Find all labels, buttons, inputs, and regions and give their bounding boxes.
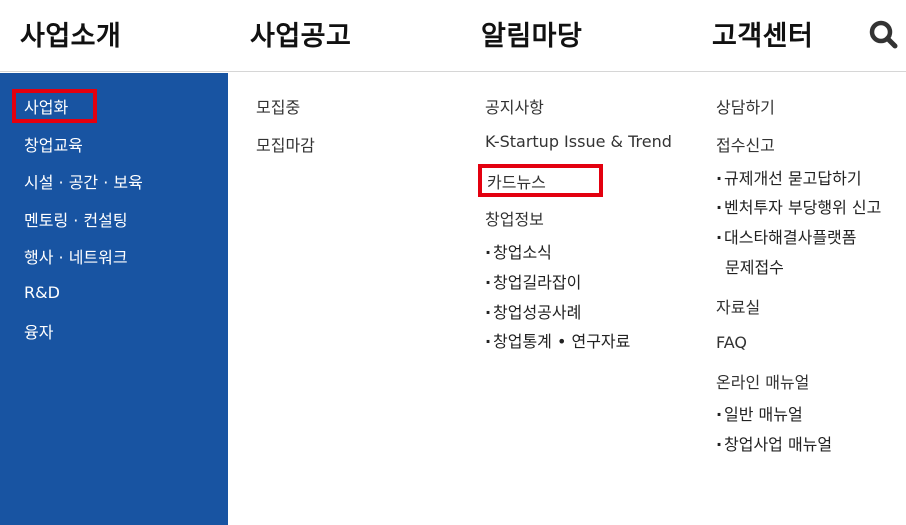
support-sub-venture-report[interactable]: · 벤처투자 부당행위 신고 bbox=[716, 194, 881, 218]
support-sub-regulation-qa[interactable]: · 규제개선 묻고답하기 bbox=[716, 165, 862, 189]
search-button[interactable] bbox=[868, 19, 900, 51]
sidebar-item-mentoring[interactable]: 멘토링 · 컨설팅 bbox=[24, 207, 128, 231]
support-item-library[interactable]: 자료실 bbox=[716, 294, 760, 318]
notice-item-startup-info[interactable]: 창업정보 bbox=[485, 206, 544, 230]
notice-item-card-news[interactable]: 카드뉴스 bbox=[487, 169, 546, 193]
notice-item-issue-trend[interactable]: K-Startup Issue & Trend bbox=[485, 132, 672, 151]
search-icon bbox=[869, 20, 898, 49]
menu-notice-board[interactable]: 알림마당 bbox=[481, 14, 582, 53]
sidebar-item-facility[interactable]: 시설 · 공간 · 보육 bbox=[24, 169, 143, 193]
support-item-consult[interactable]: 상담하기 bbox=[716, 94, 775, 118]
notice-item-announcements[interactable]: 공지사항 bbox=[485, 94, 544, 118]
notice-sub-success-cases[interactable]: · 창업성공사례 bbox=[485, 299, 581, 323]
sidebar-item-events[interactable]: 행사 · 네트워크 bbox=[24, 244, 128, 268]
menu-business-intro[interactable]: 사업소개 bbox=[20, 14, 121, 53]
notice-sub-startup-news[interactable]: · 창업소식 bbox=[485, 239, 552, 263]
notice-sub-statistics[interactable]: · 창업통계 • 연구자료 bbox=[485, 328, 630, 352]
announce-item-recruiting[interactable]: 모집중 bbox=[256, 94, 300, 118]
menu-customer-center[interactable]: 고객센터 bbox=[712, 14, 813, 53]
sidebar-item-education[interactable]: 창업교육 bbox=[24, 132, 83, 156]
support-item-report[interactable]: 접수신고 bbox=[716, 132, 775, 156]
sidebar-item-rnd[interactable]: R&D bbox=[24, 283, 60, 302]
support-sub-startup-manual[interactable]: · 창업사업 매뉴얼 bbox=[716, 431, 832, 455]
notice-sub-startup-guide[interactable]: · 창업길라잡이 bbox=[485, 269, 581, 293]
support-sub-general-manual[interactable]: · 일반 매뉴얼 bbox=[716, 401, 803, 425]
support-item-faq[interactable]: FAQ bbox=[716, 333, 747, 352]
announce-item-closed[interactable]: 모집마감 bbox=[256, 132, 315, 156]
sidebar-item-commercialization[interactable]: 사업화 bbox=[24, 94, 68, 118]
menu-business-announce[interactable]: 사업공고 bbox=[250, 14, 351, 53]
sidebar-item-loan[interactable]: 융자 bbox=[24, 319, 53, 343]
support-sub-solver-platform-cont[interactable]: 문제접수 bbox=[725, 254, 784, 278]
support-item-online-manual[interactable]: 온라인 매뉴얼 bbox=[716, 369, 809, 393]
top-navigation: 사업소개 사업공고 알림마당 고객센터 bbox=[0, 0, 906, 72]
support-sub-solver-platform[interactable]: · 대스타해결사플랫폼 bbox=[716, 224, 856, 248]
